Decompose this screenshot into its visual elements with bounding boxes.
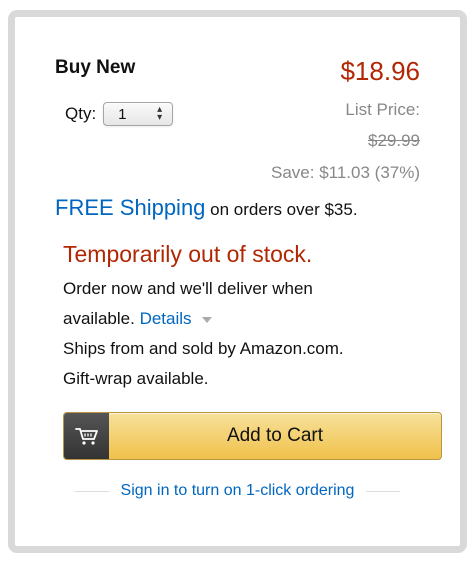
buy-new-title: Buy New	[55, 57, 136, 78]
shipping-row: FREE Shipping on orders over $35.	[55, 195, 358, 221]
free-shipping-link[interactable]: FREE Shipping	[55, 195, 205, 220]
add-to-cart-label: Add to Cart	[226, 425, 324, 446]
stock-status: Temporarily out of stock.	[63, 241, 313, 267]
gift-wrap-text: Gift-wrap available.	[63, 369, 209, 388]
shipping-condition: on orders over $35.	[205, 200, 358, 219]
cart-icon	[64, 413, 109, 459]
delivery-note-prefix: available.	[63, 309, 140, 328]
one-click-row: Sign in to turn on 1-click ordering	[75, 482, 400, 500]
quantity-select[interactable]: 1 ▴ ▾	[103, 102, 174, 126]
one-click-signin-link[interactable]: Sign in to turn on 1-click ordering	[109, 482, 367, 500]
divider-right	[366, 490, 400, 492]
delivery-note-line1: Order now and we'll deliver when	[63, 279, 313, 298]
ships-from-text: Ships from and sold by Amazon.com.	[63, 339, 344, 358]
details-link[interactable]: Details	[140, 309, 192, 328]
buy-box: Buy New $18.96 Qty: 1 ▴ ▾ List Price: $29…	[8, 10, 467, 553]
caret-down-icon[interactable]	[201, 316, 212, 323]
qty-label: Qty:	[65, 104, 97, 123]
select-arrows-icon: ▴ ▾	[157, 104, 163, 123]
delivery-note-line2: available. Details	[63, 309, 212, 329]
add-to-cart-button[interactable]: Add to Cart	[63, 412, 442, 460]
list-price-label: List Price:	[345, 100, 420, 119]
quantity-value: 1	[118, 105, 127, 123]
divider-left	[75, 490, 109, 492]
list-price-value: $29.99	[368, 131, 420, 150]
offer-price: $18.96	[340, 56, 420, 86]
savings-text: Save: $11.03 (37%)	[271, 163, 420, 182]
quantity-row: Qty: 1 ▴ ▾	[65, 102, 174, 126]
